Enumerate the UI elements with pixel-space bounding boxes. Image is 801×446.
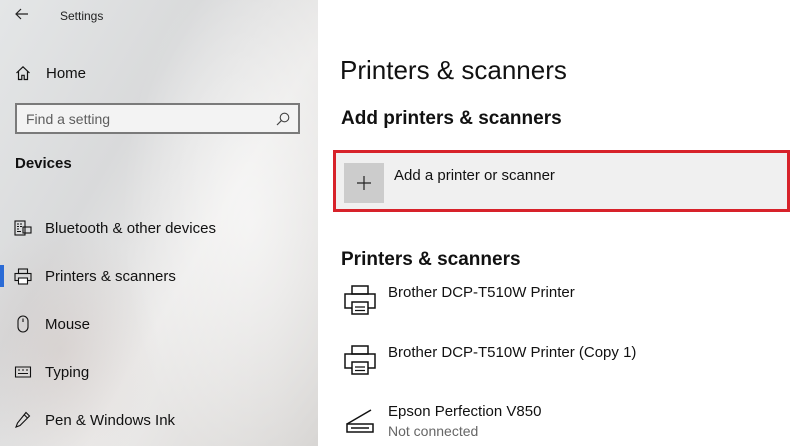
printer-icon	[0, 267, 45, 285]
page-title: Printers & scanners	[340, 55, 567, 85]
device-status: Not connected	[388, 423, 479, 439]
search-input[interactable]	[17, 110, 268, 127]
back-arrow-icon	[15, 7, 29, 25]
sidebar-item-label: Pen & Windows Ink	[45, 411, 176, 429]
sidebar-item-pen[interactable]: Pen & Windows Ink	[0, 396, 318, 444]
device-name: Brother DCP-T510W Printer	[388, 284, 575, 301]
add-printer-button[interactable]: Add a printer or scanner	[342, 159, 781, 203]
sidebar-item-label: Mouse	[45, 315, 91, 333]
sidebar-item-label: Typing	[45, 363, 90, 381]
mouse-icon	[0, 315, 45, 333]
main-content: Printers & scanners Add printers & scann…	[318, 0, 801, 446]
pen-icon	[0, 411, 45, 429]
sidebar-item-label: Printers & scanners	[45, 267, 176, 285]
title-bar: Settings	[0, 0, 318, 32]
add-printer-label: Add a printer or scanner	[394, 167, 555, 184]
search-icon[interactable]	[268, 112, 298, 126]
keyboard-icon	[0, 220, 45, 236]
device-item[interactable]: Brother DCP-T510W Printer (Copy 1)	[340, 340, 780, 390]
back-button[interactable]	[0, 0, 44, 32]
printer-icon	[340, 280, 380, 320]
devices-section-title: Devices	[15, 155, 72, 172]
sidebar-item-bluetooth[interactable]: Bluetooth & other devices	[0, 204, 318, 252]
add-section-title: Add printers & scanners	[341, 108, 562, 129]
search-box[interactable]	[15, 103, 300, 134]
typing-icon	[0, 365, 45, 379]
printer-icon	[340, 340, 380, 380]
sidebar: Settings Home Devices Bluetooth & other …	[0, 0, 318, 446]
device-item[interactable]: Epson Perfection V850 Not connected	[340, 399, 780, 446]
scanner-icon	[340, 399, 380, 439]
printers-list-title: Printers & scanners	[341, 249, 521, 270]
add-printer-highlight: Add a printer or scanner	[333, 150, 790, 212]
sidebar-item-printers[interactable]: Printers & scanners	[0, 252, 318, 300]
sidebar-item-typing[interactable]: Typing	[0, 348, 318, 396]
home-icon	[0, 65, 46, 81]
home-label: Home	[46, 64, 87, 82]
sidebar-item-label: Bluetooth & other devices	[45, 219, 216, 237]
plus-icon	[344, 163, 384, 203]
sidebar-nav: Bluetooth & other devices Printers & sca…	[0, 204, 318, 444]
sidebar-item-home[interactable]: Home	[0, 58, 318, 88]
device-name: Epson Perfection V850	[388, 403, 542, 420]
device-item[interactable]: Brother DCP-T510W Printer	[340, 280, 780, 330]
device-name: Brother DCP-T510W Printer (Copy 1)	[388, 344, 637, 361]
app-title: Settings	[60, 9, 104, 23]
sidebar-item-mouse[interactable]: Mouse	[0, 300, 318, 348]
